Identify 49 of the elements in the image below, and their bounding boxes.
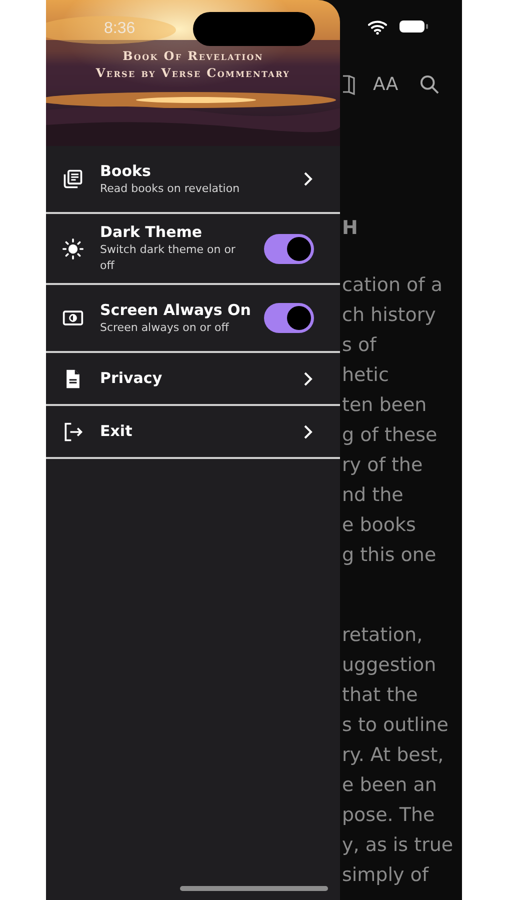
chevron-icon [303, 372, 313, 386]
text-line: ry. At best, [342, 743, 445, 768]
exit-icon [62, 420, 84, 442]
header-title: Book Of Revelation [122, 48, 264, 65]
text-line: uggestion [342, 653, 438, 678]
menu-item-subtitle: Screen always on or off [100, 320, 230, 336]
text-line: s to outline [342, 713, 450, 738]
battery-icon [399, 20, 429, 33]
search-icon[interactable] [420, 74, 440, 94]
menu-item-title: Dark Theme [100, 223, 204, 242]
header-title: Verse by Verse Commentary [94, 65, 292, 82]
menu-item-title: Exit [100, 422, 134, 441]
text-line: g of these [342, 423, 438, 448]
text-line: hetic [342, 363, 390, 388]
text-line: g this one [342, 543, 438, 568]
text-line: nd the [342, 483, 404, 508]
menu-item-title: Books [100, 162, 152, 180]
menu-item[interactable]: Exit [46, 406, 340, 459]
menu-item[interactable]: Privacy [46, 353, 340, 406]
sun-icon [62, 238, 84, 260]
toggle-switch[interactable] [264, 234, 314, 264]
menu-item-title: Privacy [100, 369, 164, 388]
chapter-heading: H [342, 216, 359, 241]
menu-item[interactable]: Books Read books on revelation [46, 146, 340, 214]
chevron-icon [303, 172, 313, 186]
toggle-switch[interactable] [264, 303, 314, 333]
menu-item-subtitle: Switch dark theme on or off [100, 242, 236, 274]
wifi-icon [368, 18, 387, 35]
chevron-icon [303, 424, 313, 438]
text-line: ch history [342, 303, 437, 328]
text-line: that the [342, 683, 419, 708]
text-line: y, as is true [342, 833, 454, 858]
text-line: e books [342, 513, 417, 538]
books-icon [62, 168, 84, 190]
menu-item-subtitle: Read books on revelation [100, 180, 241, 196]
text-line: simply of [342, 863, 430, 888]
text-line: cation of a [342, 273, 444, 298]
text-line: e been an [342, 773, 438, 798]
text-line: ry of the [342, 453, 424, 478]
text-line: ten been [342, 393, 428, 418]
menu-item-title: Screen Always On [100, 300, 252, 320]
text-line: s of [342, 333, 378, 358]
status-time: 8:36 [104, 19, 136, 39]
text-line: pose. The [342, 803, 436, 828]
book-icon [342, 74, 355, 94]
menu-item[interactable]: Screen Always On Screen always on or off [46, 285, 340, 353]
menu-item[interactable]: Dark Theme Switch dark theme on or off [46, 214, 340, 285]
text-line: retation, [342, 623, 424, 648]
font-size-button[interactable]: AA [373, 70, 398, 98]
